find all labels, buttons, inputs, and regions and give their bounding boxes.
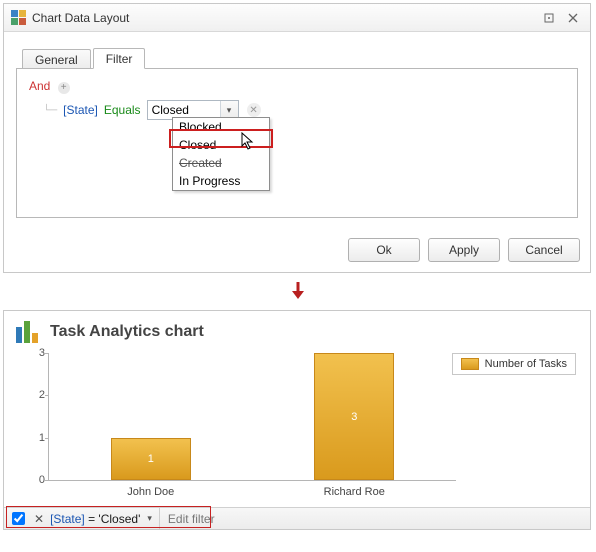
tree-elbow-icon: └─ bbox=[43, 105, 57, 116]
add-condition-button[interactable]: + bbox=[58, 82, 70, 94]
chart-legend: Number of Tasks bbox=[452, 353, 576, 375]
chart-plot: 01231John Doe3Richard Roe bbox=[48, 353, 456, 481]
x-tick-label: Richard Roe bbox=[253, 486, 457, 498]
dropdown-option[interactable]: In Progress bbox=[173, 172, 269, 190]
ok-button[interactable]: Ok bbox=[348, 238, 420, 262]
dropdown-option[interactable]: Blocked bbox=[173, 118, 269, 136]
bar: 1 bbox=[111, 438, 191, 480]
app-icon bbox=[10, 10, 26, 26]
condition-field[interactable]: [State] bbox=[63, 103, 98, 117]
category-slot: 3Richard Roe bbox=[253, 353, 457, 480]
filter-bar: ✕ [State] = 'Closed' ▾ Edit filter bbox=[4, 507, 590, 529]
filter-condition-row: └─ [State] Equals ▾ ✕ bbox=[43, 100, 565, 120]
minimize-button[interactable] bbox=[538, 9, 560, 27]
filter-root: And + bbox=[29, 79, 565, 94]
chart-logo-icon bbox=[16, 321, 40, 343]
filter-expression-field: [State] bbox=[50, 512, 85, 526]
edit-filter-button[interactable]: Edit filter bbox=[159, 508, 223, 529]
close-button[interactable] bbox=[562, 9, 584, 27]
filter-expression-value: = 'Closed' bbox=[85, 512, 141, 526]
y-tick-label: 1 bbox=[23, 432, 45, 444]
dialog-title: Chart Data Layout bbox=[32, 11, 536, 25]
y-tick-label: 2 bbox=[23, 389, 45, 401]
titlebar: Chart Data Layout bbox=[4, 4, 590, 32]
chart-area: 01231John Doe3Richard Roe Number of Task… bbox=[48, 353, 576, 503]
filter-clear-button[interactable]: ✕ bbox=[32, 512, 46, 526]
tabstrip: General Filter bbox=[22, 46, 578, 68]
tab-general[interactable]: General bbox=[22, 49, 91, 69]
chart-header: Task Analytics chart bbox=[4, 311, 590, 349]
value-dropdown[interactable]: Blocked Closed Created In Progress bbox=[172, 117, 270, 191]
chart-title: Task Analytics chart bbox=[50, 323, 204, 341]
y-tick-label: 3 bbox=[23, 347, 45, 359]
condition-operator[interactable]: Equals bbox=[104, 103, 141, 117]
filter-panel: And + └─ [State] Equals ▾ ✕ Blocked Clos… bbox=[16, 68, 578, 218]
x-tick-label: John Doe bbox=[49, 486, 253, 498]
root-operator[interactable]: And bbox=[29, 79, 50, 93]
dropdown-option[interactable]: Closed bbox=[173, 136, 269, 154]
chart-data-layout-dialog: Chart Data Layout General Filter And + └… bbox=[3, 3, 591, 273]
category-slot: 1John Doe bbox=[49, 353, 253, 480]
filter-expression[interactable]: [State] = 'Closed' bbox=[50, 512, 140, 526]
legend-label: Number of Tasks bbox=[485, 358, 567, 370]
bar: 3 bbox=[314, 353, 394, 480]
legend-swatch bbox=[461, 358, 479, 370]
filter-enabled-checkbox[interactable] bbox=[12, 512, 25, 525]
transition-arrow-icon bbox=[0, 276, 596, 307]
chart-panel: Task Analytics chart 01231John Doe3Richa… bbox=[3, 310, 591, 530]
y-tick-label: 0 bbox=[23, 474, 45, 486]
dialog-button-row: Ok Apply Cancel bbox=[4, 226, 590, 272]
filter-history-dropdown[interactable]: ▾ bbox=[144, 513, 155, 524]
cancel-button[interactable]: Cancel bbox=[508, 238, 580, 262]
apply-button[interactable]: Apply bbox=[428, 238, 500, 262]
tab-filter[interactable]: Filter bbox=[93, 48, 146, 69]
dialog-body: General Filter And + └─ [State] Equals ▾… bbox=[4, 32, 590, 226]
remove-condition-button[interactable]: ✕ bbox=[247, 103, 261, 117]
dropdown-option[interactable]: Created bbox=[173, 154, 269, 172]
